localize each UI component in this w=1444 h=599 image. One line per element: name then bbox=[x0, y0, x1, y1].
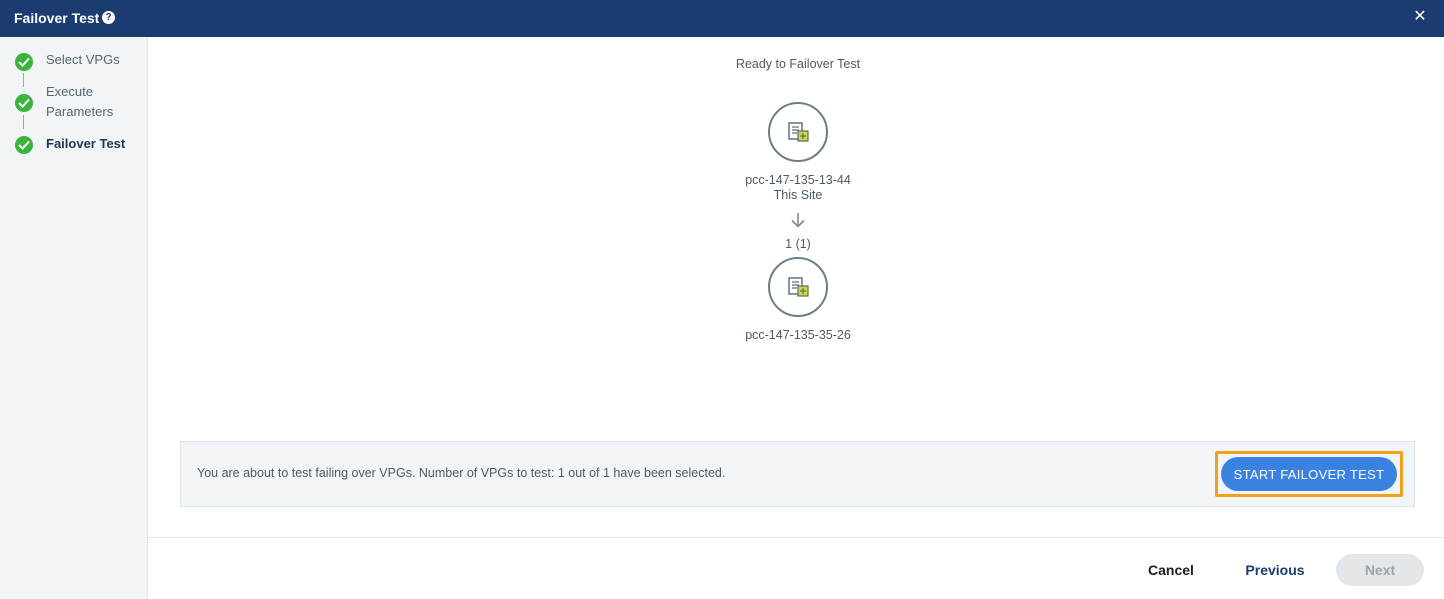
cancel-button[interactable]: Cancel bbox=[1136, 554, 1206, 586]
site-icon bbox=[788, 277, 809, 297]
info-message: You are about to test failing over VPGs.… bbox=[197, 466, 726, 480]
window-title: Failover Test bbox=[14, 10, 100, 26]
step-failover-test[interactable]: Failover Test bbox=[46, 134, 125, 154]
target-site-node bbox=[768, 257, 828, 317]
next-button[interactable]: Next bbox=[1336, 554, 1424, 586]
check-circle-icon bbox=[15, 136, 33, 154]
check-circle-icon bbox=[15, 53, 33, 71]
vpg-count: 1 (1) bbox=[785, 237, 811, 251]
info-bar: You are about to test failing over VPGs.… bbox=[180, 441, 1415, 507]
step-execute-parameters[interactable]: Execute Parameters bbox=[46, 82, 136, 122]
start-button-highlight: START FAILOVER TEST bbox=[1215, 451, 1403, 497]
help-icon[interactable]: ? bbox=[102, 11, 115, 24]
target-site-name: pcc-147-135-35-26 bbox=[745, 328, 851, 342]
previous-button[interactable]: Previous bbox=[1236, 554, 1314, 586]
ready-heading: Ready to Failover Test bbox=[735, 57, 861, 71]
close-icon[interactable]: ✕ bbox=[1412, 9, 1428, 25]
start-failover-test-button[interactable]: START FAILOVER TEST bbox=[1221, 457, 1397, 491]
check-circle-icon bbox=[15, 94, 33, 112]
title-bar: Failover Test ? ✕ bbox=[0, 0, 1444, 37]
step-select-vpgs[interactable]: Select VPGs bbox=[46, 50, 120, 70]
source-site-node bbox=[768, 102, 828, 162]
arrow-down-icon bbox=[791, 213, 805, 228]
step-connector bbox=[23, 115, 24, 129]
step-connector bbox=[23, 73, 24, 87]
wizard-steps-sidebar: Select VPGs Execute Parameters Failover … bbox=[0, 37, 148, 599]
site-icon bbox=[788, 122, 809, 142]
source-site-name: pcc-147-135-13-44 bbox=[745, 173, 851, 187]
footer-divider bbox=[148, 537, 1444, 538]
source-site-subtitle: This Site bbox=[773, 188, 823, 202]
